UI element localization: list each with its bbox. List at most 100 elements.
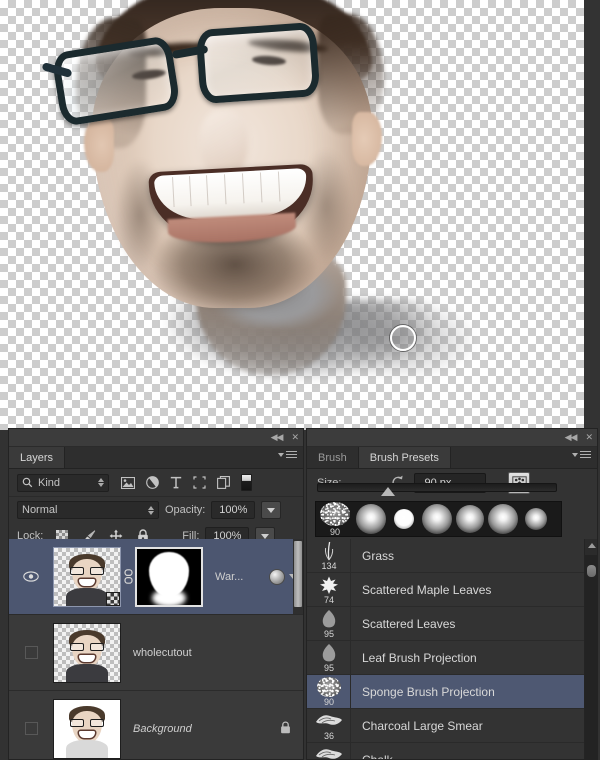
tab-layers[interactable]: Layers	[9, 447, 66, 468]
adjustment-layer-filter-icon[interactable]	[146, 476, 159, 489]
close-icon[interactable]: ✕	[585, 433, 592, 442]
brush-panel-titlebar: ◀◀ ✕	[307, 429, 597, 447]
layer-thumbnail-art	[64, 629, 110, 682]
layers-panel: ◀◀ ✕ Layers Kind Normal Opacity: 100% Lo…	[8, 428, 304, 760]
brush-preset-row[interactable]: 95 Leaf Brush Projection	[307, 641, 597, 675]
shape-layer-filter-icon[interactable]	[193, 476, 206, 489]
layer-thumbnail[interactable]	[53, 698, 121, 759]
brush-tip-size-label: 90	[329, 527, 340, 537]
brush-preset-name: Leaf Brush Projection	[362, 650, 477, 665]
tab-brush-presets-label: Brush Presets	[369, 451, 439, 464]
brush-size-slider-track[interactable]	[317, 483, 557, 492]
brush-preset-name: Chalk	[351, 753, 393, 760]
layers-panel-menu-icon[interactable]	[278, 451, 297, 458]
eyeglasses	[41, 14, 348, 127]
charcoal-brush-icon	[314, 745, 344, 759]
photoshop-window: ◀◀ ✕ Layers Kind Normal Opacity: 100% Lo…	[0, 0, 600, 760]
layer-list-scrollbar[interactable]	[293, 539, 303, 614]
brush-preset-name: Sponge Brush Projection	[362, 684, 495, 699]
tab-brush[interactable]: Brush	[307, 447, 359, 468]
brush-tip-soft-2[interactable]	[422, 504, 452, 534]
brush-preset-row[interactable]: 134 Grass	[307, 539, 597, 573]
brush-tip-soft-4[interactable]	[488, 504, 518, 534]
brush-panel-menu-icon[interactable]	[572, 451, 591, 458]
layer-thumbnail[interactable]	[53, 622, 121, 683]
layer-visibility-toggle[interactable]	[9, 646, 53, 659]
type-layer-filter-icon[interactable]	[170, 476, 182, 489]
layer-filter-row: Kind	[9, 469, 303, 497]
brush-tip-preview-strip[interactable]: 90	[315, 501, 562, 537]
tab-brush-presets[interactable]: Brush Presets	[358, 447, 451, 468]
smart-object-filter-icon[interactable]	[217, 476, 230, 489]
link-icon[interactable]	[121, 569, 135, 584]
brush-preset-row[interactable]: 90 Sponge Brush Projection	[307, 675, 597, 709]
blend-mode-select[interactable]: Normal	[17, 501, 159, 519]
layer-list[interactable]: War... wholecutout Background	[9, 539, 303, 759]
eye-off-icon	[24, 646, 38, 659]
brush-preset-row[interactable]: 36 Chalk	[307, 743, 597, 759]
pixel-layer-filter-icon[interactable]	[121, 476, 135, 489]
brush-tip-selected[interactable]: 90	[318, 502, 352, 537]
layer-row[interactable]: wholecutout	[9, 615, 303, 691]
layer-name[interactable]: Background	[121, 723, 280, 735]
tab-layers-label: Layers	[20, 451, 54, 464]
brush-preset-name: Grass	[362, 548, 395, 563]
portrait-artwork	[0, 0, 584, 430]
panel-menu-lines-icon	[580, 451, 591, 458]
kind-spinner-icon[interactable]	[98, 478, 104, 487]
blend-mode-spinner-icon[interactable]	[148, 505, 154, 515]
layer-row[interactable]: War...	[9, 539, 303, 615]
ear-left	[84, 118, 114, 172]
brush-preset-thumbnail: 95	[307, 607, 351, 640]
brush-preset-size: 95	[323, 663, 334, 673]
opacity-dropdown-button[interactable]	[261, 501, 282, 519]
layer-mask-thumbnail[interactable]	[135, 546, 203, 607]
layer-list-scrollbar-thumb[interactable]	[294, 541, 302, 607]
brush-tip-soft-5[interactable]	[525, 508, 547, 530]
brush-preset-list[interactable]: 134 Grass 74 Scattered Maple Leaves 95 S…	[307, 539, 597, 759]
brush-preset-row[interactable]: 36 Charcoal Large Smear	[307, 709, 597, 743]
brush-preset-thumbnail: 134	[307, 539, 351, 572]
brush-list-scrollbar[interactable]	[584, 539, 597, 759]
brush-tip-soft-1[interactable]	[356, 504, 386, 534]
layer-name[interactable]: War...	[203, 571, 269, 583]
panel-menu-caret-icon	[278, 452, 284, 457]
brush-preset-thumbnail: 36	[307, 743, 351, 759]
brush-tip-soft-3[interactable]	[456, 505, 484, 533]
brush-preset-row[interactable]: 95 Scattered Leaves	[307, 607, 597, 641]
layer-thumbnail[interactable]	[53, 546, 121, 607]
brush-size-slider-knob[interactable]	[381, 487, 395, 496]
brush-preset-size: 134	[321, 561, 337, 571]
transparency-badge-icon	[106, 591, 120, 606]
brush-list-scrollbar-thumb[interactable]	[587, 565, 596, 577]
tab-brush-label: Brush	[318, 451, 347, 464]
scroll-up-arrow-icon[interactable]	[588, 543, 596, 548]
opacity-input[interactable]: 100%	[211, 501, 256, 519]
brush-tip-hard-1[interactable]	[394, 509, 414, 529]
brush-list-scrollbar-track[interactable]	[585, 555, 597, 759]
collapse-icon[interactable]: ◀◀	[271, 433, 284, 442]
search-icon	[22, 477, 33, 488]
close-icon[interactable]: ✕	[291, 433, 298, 442]
brush-preset-size: 74	[323, 595, 334, 605]
brush-preset-thumbnail: 90	[307, 675, 351, 708]
layer-visibility-toggle[interactable]	[9, 722, 53, 735]
layer-name[interactable]: wholecutout	[121, 647, 303, 659]
brush-preset-row[interactable]: 74 Scattered Maple Leaves	[307, 573, 597, 607]
layer-mask-badge-icon[interactable]	[269, 568, 285, 585]
layer-filter-kind-select[interactable]: Kind	[17, 473, 109, 492]
opacity-label: Opacity:	[165, 504, 206, 516]
collapse-icon[interactable]: ◀◀	[565, 433, 578, 442]
layer-locked-icon	[280, 721, 291, 737]
brush-preset-size: 36	[323, 731, 334, 741]
eye-icon	[23, 571, 39, 582]
filter-toggle[interactable]	[241, 474, 252, 491]
layer-filter-icons	[121, 474, 252, 491]
sponge-brush-icon	[316, 677, 341, 697]
layer-visibility-toggle[interactable]	[9, 571, 53, 582]
panel-menu-lines-icon	[286, 451, 297, 458]
layer-row[interactable]: Background	[9, 691, 303, 759]
image-canvas[interactable]	[0, 0, 584, 430]
brush-preset-size: 90	[323, 697, 334, 707]
eye-off-icon	[24, 722, 38, 735]
